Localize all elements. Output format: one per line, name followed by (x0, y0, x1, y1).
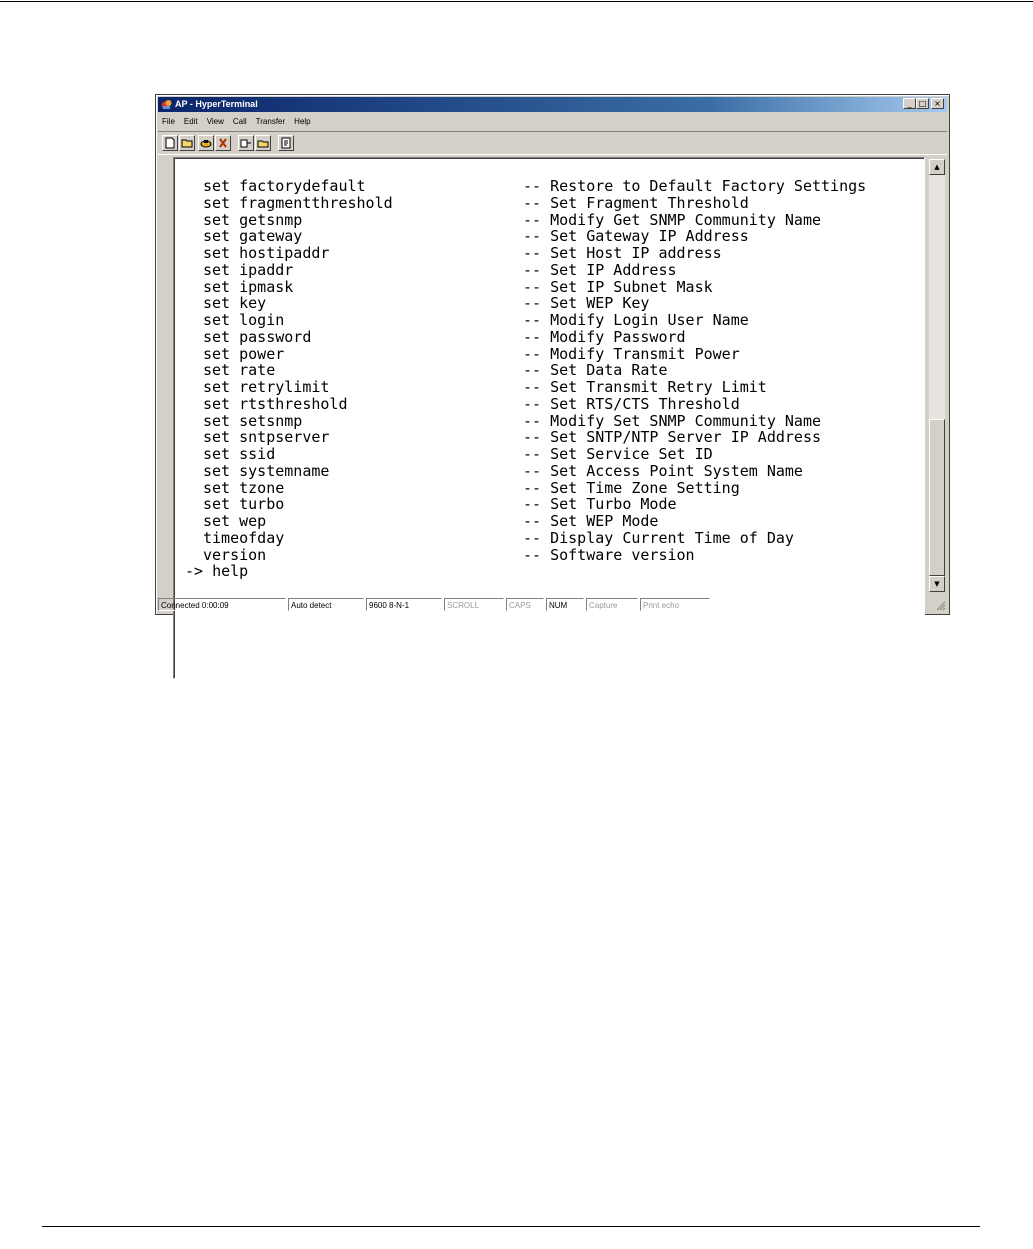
command-prompt: -> help (185, 562, 249, 581)
command-name: set rtsthreshold (203, 394, 348, 413)
command-name: set ipaddr (203, 260, 294, 279)
command-name: set systemname (203, 461, 330, 480)
command-name: set ipmask (203, 277, 294, 296)
scroll-down-arrow-icon[interactable]: ▼ (929, 576, 945, 592)
hyperterminal-window: AP - HyperTerminal _ □ × File Edit View … (155, 94, 950, 679)
command-description: -- Set Data Rate (523, 361, 668, 380)
command-description: -- Set Turbo Mode (523, 495, 677, 514)
disconnect-icon[interactable] (215, 135, 231, 151)
call-icon[interactable] (198, 135, 214, 151)
command-name: set turbo (203, 495, 285, 514)
command-name: set wep (203, 512, 267, 530)
command-description: -- Modify Get SNMP Community Name (523, 210, 822, 229)
command-name: set tzone (203, 478, 285, 497)
command-description: -- Modify Set SNMP Community Name (523, 411, 822, 430)
command-description: -- Set Time Zone Setting (523, 478, 740, 497)
status-scroll: SCROLL (444, 598, 504, 611)
command-name: set key (203, 294, 267, 313)
window-title: AP - HyperTerminal (175, 99, 258, 109)
command-description: -- Set Fragment Threshold (523, 193, 749, 212)
command-name: version (203, 545, 267, 564)
command-description: -- Set WEP Key (523, 294, 650, 313)
command-description: -- Set SNTP/NTP Server IP Address (523, 428, 822, 447)
properties-icon[interactable] (278, 135, 294, 151)
status-bar: Connected 0:00:09 Auto detect 9600 8-N-1… (158, 597, 947, 612)
command-description: -- Restore to Default Factory Settings (523, 177, 867, 195)
command-name: set retrylimit (203, 378, 330, 396)
receive-icon[interactable] (255, 135, 271, 151)
window-controls: _ □ × (903, 98, 944, 109)
command-name: set password (203, 327, 312, 346)
menu-bar: File Edit View Call Transfer Help (162, 115, 311, 129)
command-description: -- Set RTS/CTS Threshold (523, 394, 740, 413)
status-capture: Capture (586, 598, 638, 611)
vertical-scrollbar[interactable]: ▲ ▼ (929, 159, 945, 592)
command-description: -- Modify Password (523, 327, 686, 346)
resize-grip-icon[interactable] (935, 600, 946, 611)
command-name: set gateway (203, 227, 303, 246)
open-icon[interactable] (179, 135, 195, 151)
hyperterminal-app-icon (161, 100, 172, 109)
page-bottom-rule (42, 1226, 980, 1227)
menu-call[interactable]: Call (233, 115, 247, 129)
toolbar (158, 131, 947, 155)
command-name: set setsnmp (203, 411, 303, 430)
send-icon[interactable] (238, 135, 254, 151)
page-top-rule (0, 1, 1033, 2)
toolbar-group-properties (278, 135, 294, 151)
command-name: set power (203, 344, 285, 363)
menu-view[interactable]: View (207, 115, 224, 129)
command-description: -- Modify Login User Name (523, 311, 749, 329)
command-description: -- Set Access Point System Name (523, 461, 803, 480)
command-description: -- Display Current Time of Day (523, 528, 794, 547)
command-name: timeofday (203, 528, 285, 547)
command-name: set fragmentthreshold (203, 193, 393, 212)
command-name: set hostipaddr (203, 244, 330, 262)
command-description: -- Set Gateway IP Address (523, 227, 749, 246)
command-description: -- Modify Transmit Power (523, 344, 740, 363)
status-connected: Connected 0:00:09 (158, 598, 286, 611)
new-icon[interactable] (162, 135, 178, 151)
menu-edit[interactable]: Edit (184, 115, 198, 129)
command-description: -- Set IP Subnet Mask (523, 277, 713, 296)
toolbar-group-call (198, 135, 231, 151)
command-description: -- Software version (523, 545, 695, 564)
status-settings: 9600 8-N-1 (366, 598, 442, 611)
status-caps: CAPS (506, 598, 544, 611)
command-name: set getsnmp (203, 210, 303, 229)
menu-file[interactable]: File (162, 115, 175, 129)
scroll-thumb[interactable] (929, 419, 945, 576)
command-description: -- Set Host IP address (523, 244, 722, 262)
command-name: set rate (203, 361, 276, 380)
minimize-button[interactable]: _ (903, 98, 916, 109)
command-name: set login (203, 311, 285, 329)
status-print-echo: Print echo (640, 598, 710, 611)
toolbar-group-transfer (238, 135, 271, 151)
command-description: -- Set Transmit Retry Limit (523, 378, 767, 396)
maximize-button[interactable]: □ (916, 98, 929, 109)
status-detect: Auto detect (288, 598, 364, 611)
command-name: set ssid (203, 445, 276, 463)
close-button[interactable]: × (931, 98, 944, 109)
toolbar-group-file (162, 135, 195, 151)
command-name: set sntpserver (203, 428, 330, 447)
command-description: -- Set Service Set ID (523, 445, 713, 463)
title-bar[interactable]: AP - HyperTerminal _ □ × (158, 97, 947, 112)
status-num: NUM (546, 598, 584, 611)
command-description: -- Set WEP Mode (523, 512, 659, 530)
menu-help[interactable]: Help (294, 115, 310, 129)
scroll-up-arrow-icon[interactable]: ▲ (929, 159, 945, 175)
command-name: set factorydefault (203, 177, 366, 195)
command-description: -- Set IP Address (523, 260, 677, 279)
menu-transfer[interactable]: Transfer (256, 115, 286, 129)
